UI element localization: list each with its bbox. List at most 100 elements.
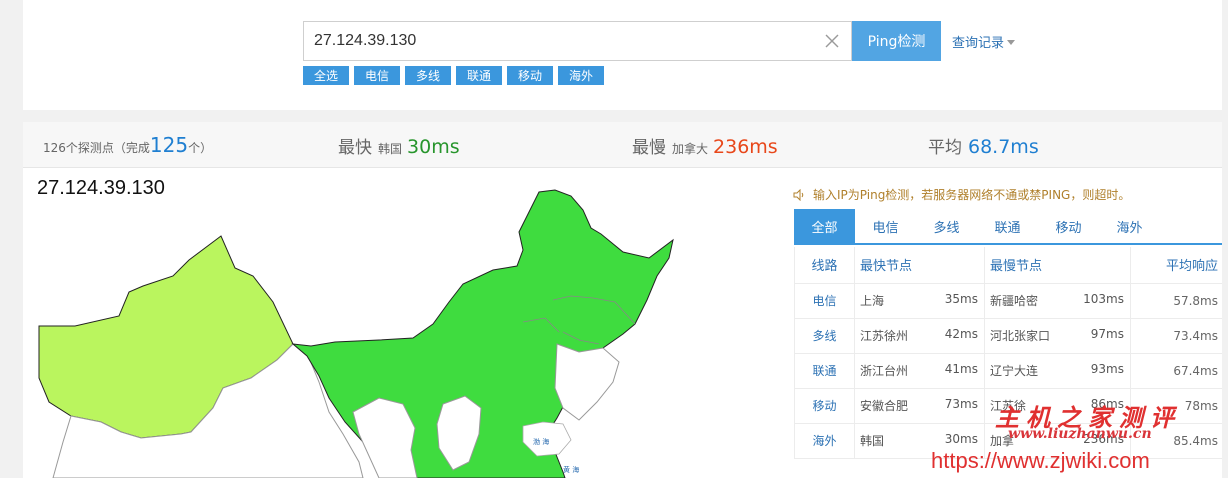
row-slowest: 河北张家口 97ms [984,318,1131,354]
probe-count: 126个探测点（完成 125 个） [43,122,212,168]
fastest-value: 30ms [407,136,460,158]
probe-count-prefix: 126个探测点（完成 [43,141,150,155]
average-value: 68.7ms [968,136,1039,158]
header-average: 平均响应 [1130,247,1222,284]
fast-ms: 42ms [944,327,978,341]
slow-node: 加拿 [990,434,1015,448]
ping-notice: 输入IP为Ping检测，若服务器网络不通或禁PING，则超时。 [793,186,1130,203]
tab-multiline[interactable]: 多线 [916,209,977,243]
tab-overseas[interactable]: 海外 [1099,209,1160,243]
tab-telecom[interactable]: 电信 [855,209,916,243]
ip-input[interactable] [304,22,851,60]
slow-node: 河北张家口 [990,329,1051,343]
row-line[interactable]: 海外 [794,423,855,459]
tab-unicom[interactable]: 联通 [977,209,1038,243]
slow-node: 辽宁大连 [990,364,1039,378]
slowest-stat: 最慢 加拿大 236ms [632,122,778,168]
row-slowest: 新疆哈密 103ms [984,283,1131,319]
table-row: 移动 安徽合肥 73ms 江苏徐 86ms 78ms [794,388,1222,424]
row-fastest: 浙江台州 41ms [854,353,985,389]
fastest-location: 韩国 [378,142,403,156]
chip-multiline[interactable]: 多线 [405,66,451,85]
row-fastest: 江苏徐州 42ms [854,318,985,354]
table-header-row: 线路 最快节点 最慢节点 平均响应 [794,247,1222,284]
row-line[interactable]: 多线 [794,318,855,354]
table-row: 海外 韩国 30ms 加拿 236ms 85.4ms [794,423,1222,459]
line-summary-table: 线路 最快节点 最慢节点 平均响应 电信 上海 35ms 新疆哈密 103ms 57… [794,247,1222,459]
tab-mobile[interactable]: 移动 [1038,209,1099,243]
header-slowest-label: 最慢节点 [990,259,1043,275]
line-tabs: 全部 电信 多线 联通 移动 海外 [794,209,1222,245]
row-average: 78ms [1130,388,1222,424]
row-average: 57.8ms [1130,283,1222,319]
search-panel: Ping检测 查询记录 全选 电信 多线 联通 移动 海外 [23,0,1222,110]
row-slowest: 江苏徐 86ms [984,388,1131,424]
result-panel: 126个探测点（完成 125 个） 最快 韩国 30ms 最慢 加拿大 236m… [23,122,1222,478]
chip-telecom[interactable]: 电信 [354,66,400,85]
row-line[interactable]: 电信 [794,283,855,319]
slow-ms: 236ms [1083,432,1124,446]
slowest-value: 236ms [713,136,778,158]
slow-node: 新疆哈密 [990,294,1039,308]
header-slowest: 最慢节点 [984,247,1131,284]
fast-ms: 41ms [944,362,978,376]
sea-label-bohai: 渤 海 [533,437,549,446]
fastest-stat: 最快 韩国 30ms [338,122,460,168]
chip-overseas[interactable]: 海外 [558,66,604,85]
row-average: 73.4ms [1130,318,1222,354]
row-fastest: 上海 35ms [854,283,985,319]
chip-mobile[interactable]: 移动 [507,66,553,85]
speaker-icon [793,188,804,201]
slow-ms: 93ms [1090,362,1124,376]
map-region-north[interactable] [291,189,674,478]
ip-input-wrapper [303,21,852,61]
chip-unicom[interactable]: 联通 [456,66,502,85]
fast-node: 安徽合肥 [860,399,909,413]
notice-text: 输入IP为Ping检测，若服务器网络不通或禁PING，则超时。 [813,188,1131,202]
row-average: 67.4ms [1130,353,1222,389]
header-fastest: 最快节点 [854,247,985,284]
map-region-liaoning-white[interactable] [554,343,620,421]
chevron-down-icon [1007,40,1016,45]
line-filter-chips: 全选 电信 多线 联通 移动 海外 [303,66,604,85]
fast-node: 上海 [860,294,885,308]
ping-button[interactable]: Ping检测 [852,21,941,61]
china-ping-map: 渤 海 黄 海 [38,189,674,478]
fastest-label: 最快 [338,138,372,158]
table-row: 电信 上海 35ms 新疆哈密 103ms 57.8ms [794,283,1222,319]
row-slowest: 加拿 236ms [984,423,1131,459]
fast-ms: 30ms [944,432,978,446]
slowest-label: 最慢 [632,138,666,158]
tab-all[interactable]: 全部 [794,209,855,243]
row-line[interactable]: 移动 [794,388,855,424]
probe-count-done: 125 [149,133,189,157]
probe-count-suffix: 个） [188,141,213,155]
row-average: 85.4ms [1130,423,1222,459]
history-dropdown[interactable]: 查询记录 [952,32,1016,51]
row-line[interactable]: 联通 [794,353,855,389]
fast-ms: 35ms [944,292,978,306]
chip-select-all[interactable]: 全选 [303,66,349,85]
fast-node: 江苏徐州 [860,329,909,343]
slow-node: 江苏徐 [990,399,1027,413]
slowest-location: 加拿大 [672,142,709,156]
average-stat: 平均 68.7ms [928,122,1039,168]
clear-icon[interactable] [823,32,841,50]
table-row: 联通 浙江台州 41ms 辽宁大连 93ms 67.4ms [794,353,1222,389]
slow-ms: 97ms [1090,327,1124,341]
row-slowest: 辽宁大连 93ms [984,353,1131,389]
map-ip-title: 27.124.39.130 [37,177,165,199]
history-label: 查询记录 [952,36,1005,51]
average-label: 平均 [928,138,962,158]
slow-ms: 103ms [1083,292,1124,306]
fast-node: 韩国 [860,434,885,448]
fast-ms: 73ms [944,397,978,411]
row-fastest: 安徽合肥 73ms [854,388,985,424]
header-line: 线路 [794,247,855,284]
stats-bar: 126个探测点（完成 125 个） 最快 韩国 30ms 最慢 加拿大 236m… [23,122,1222,168]
table-row: 多线 江苏徐州 42ms 河北张家口 97ms 73.4ms [794,318,1222,354]
slow-ms: 86ms [1090,397,1124,411]
fast-node: 浙江台州 [860,364,909,378]
sea-label-yellow: 黄 海 [563,465,579,474]
row-fastest: 韩国 30ms [854,423,985,459]
